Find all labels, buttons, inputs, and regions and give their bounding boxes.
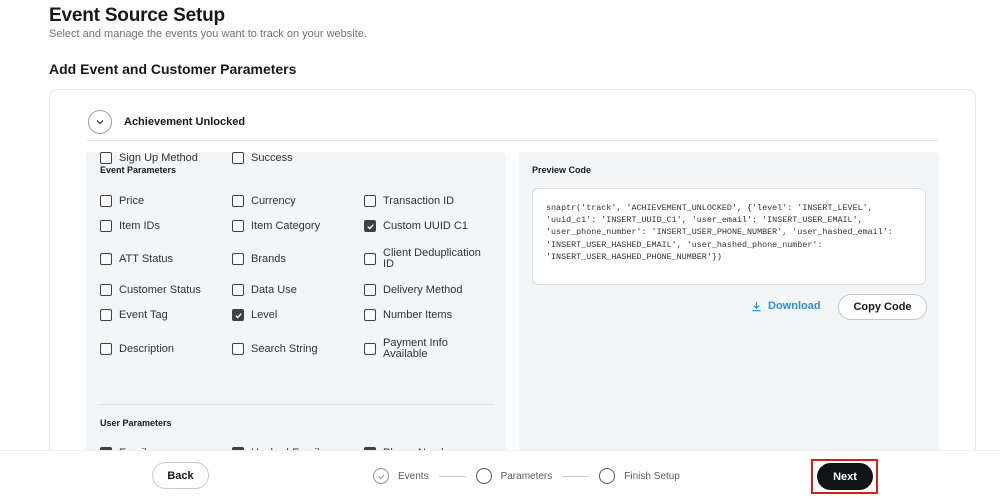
checkbox-client-deduplication-id[interactable]: Client Deduplication ID [364,244,493,274]
checkbox-unchecked-icon[interactable] [232,220,244,232]
checkbox-unchecked-icon[interactable] [100,343,112,355]
checkbox-label: ATT Status [119,252,174,265]
checkbox-unchecked-icon[interactable] [100,152,112,164]
checkbox-label: Customer Status [119,283,201,296]
checkbox-sign-up-method[interactable]: Sign Up Method [100,152,198,164]
collapse-button[interactable] [88,110,112,134]
step-connector [562,475,590,477]
event-parameters-heading: Event Parameters [100,165,177,175]
checkbox-unchecked-icon[interactable] [232,152,244,164]
progress-stepper: Events Parameters Finish Setup [373,467,680,485]
checkbox-label: Level [251,308,278,321]
checkbox-success[interactable]: Success [232,152,293,164]
checkbox-data-use[interactable]: Data Use [232,283,297,297]
step-label: Events [398,470,429,482]
checkbox-label: Description [119,342,175,355]
checkbox-unchecked-icon[interactable] [100,284,112,296]
checkbox-unchecked-icon[interactable] [100,309,112,321]
checkbox-item-ids[interactable]: Item IDs [100,219,160,233]
step-label: Finish Setup [624,470,680,482]
checkbox-label: Success [251,151,293,164]
back-button[interactable]: Back [152,462,209,489]
step-finish-setup: Finish Setup [599,468,680,484]
checkbox-label: Number Items [383,308,453,321]
checkbox-event-tag[interactable]: Event Tag [100,308,168,322]
checkbox-label: Custom UUID C1 [383,219,468,232]
checkbox-label: Event Tag [119,308,168,321]
checkbox-item-category[interactable]: Item Category [232,219,320,233]
download-button[interactable]: Download [751,300,821,312]
checkbox-unchecked-icon[interactable] [364,309,376,321]
checkbox-checked-icon[interactable] [232,309,244,321]
checkbox-level[interactable]: Level [232,308,277,322]
checkbox-label: Currency [251,194,296,207]
checkbox-label: Client Deduplication ID [383,247,481,270]
checkbox-unchecked-icon[interactable] [364,284,376,296]
checkbox-price[interactable]: Price [100,194,144,208]
checkbox-att-status[interactable]: ATT Status [100,244,173,274]
checkbox-label: Search String [251,342,318,355]
event-accordion-header[interactable]: Achievement Unlocked [87,108,938,141]
checkbox-unchecked-icon[interactable] [364,195,376,207]
checkbox-search-string[interactable]: Search String [232,334,318,364]
checkbox-number-items[interactable]: Number Items [364,308,452,322]
checkbox-delivery-method[interactable]: Delivery Method [364,283,462,297]
checkbox-unchecked-icon[interactable] [364,253,376,265]
copy-code-button[interactable]: Copy Code [838,294,927,320]
footer-bar: Back Events Parameters Finish Setup Next [0,450,1000,500]
checkbox-unchecked-icon[interactable] [232,195,244,207]
checkbox-label: Price [119,194,145,207]
checkbox-unchecked-icon[interactable] [232,253,244,265]
checkbox-label: Transaction ID [383,194,455,207]
next-button[interactable]: Next [817,463,873,490]
checkbox-unchecked-icon[interactable] [232,284,244,296]
checkbox-unchecked-icon[interactable] [232,343,244,355]
step-events: Events [373,468,429,484]
step-connector [438,475,466,477]
checkbox-unchecked-icon[interactable] [100,253,112,265]
event-name: Achievement Unlocked [124,116,246,128]
chevron-down-icon [96,120,104,125]
parameters-panel: Event Parameters Price Currency Transactio… [86,152,506,468]
preview-panel: Preview Code snaptr('track', 'ACHIEVEMEN… [519,152,939,468]
user-parameters-heading: User Parameters [100,418,172,428]
step-label: Parameters [500,470,553,482]
download-label: Download [768,300,821,312]
checkbox-currency[interactable]: Currency [232,194,296,208]
page-title: Event Source Setup [49,5,225,26]
checkbox-label: Item IDs [119,219,160,232]
checkbox-label: Sign Up Method [119,151,198,164]
checkbox-checked-icon[interactable] [364,220,376,232]
checkbox-label: Payment Info Available [383,337,448,360]
step-parameters: Parameters [475,468,553,484]
step-current-icon [475,468,492,484]
event-card: Achievement Unlocked Event Parameters Pr… [49,89,976,469]
step-complete-icon [373,468,389,484]
checkbox-payment-info-available[interactable]: Payment Info Available [364,334,493,364]
step-upcoming-icon [599,468,616,484]
section-title: Add Event and Customer Parameters [49,61,297,77]
checkbox-unchecked-icon[interactable] [100,220,112,232]
divider [100,404,494,405]
preview-code: snaptr('track', 'ACHIEVEMENT_UNLOCKED', … [532,188,926,285]
checkbox-customer-status[interactable]: Customer Status [100,283,201,297]
checkbox-custom-uuid-c1[interactable]: Custom UUID C1 [364,219,468,233]
checkbox-unchecked-icon[interactable] [100,195,112,207]
checkbox-label: Delivery Method [383,283,463,296]
checkbox-label: Item Category [251,219,321,232]
download-icon [752,301,761,311]
checkbox-unchecked-icon[interactable] [364,343,376,355]
checkbox-description[interactable]: Description [100,334,174,364]
checkbox-label: Data Use [251,283,297,296]
page-subtitle: Select and manage the events you want to… [49,28,367,40]
checkbox-transaction-id[interactable]: Transaction ID [364,194,454,208]
checkbox-brands[interactable]: Brands [232,244,286,274]
preview-code-heading: Preview Code [532,165,592,175]
checkbox-label: Brands [251,252,286,265]
